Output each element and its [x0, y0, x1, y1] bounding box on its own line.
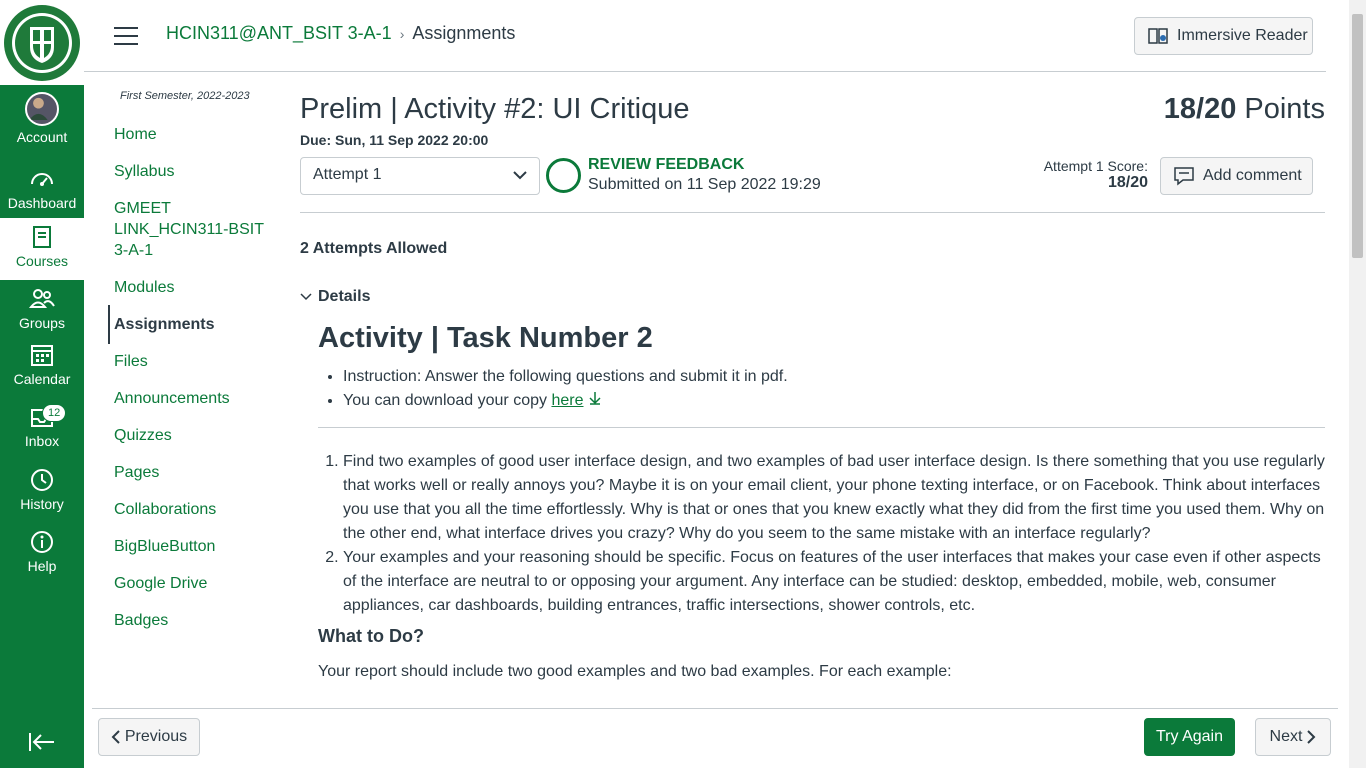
- calendar-icon: [31, 345, 53, 366]
- chevron-left-icon: [111, 730, 120, 744]
- nav-help[interactable]: Help: [0, 529, 84, 574]
- chevron-down-icon: [300, 293, 312, 301]
- nav-account-label: Account: [16, 129, 68, 145]
- courses-icon: [33, 226, 51, 248]
- content-heading: Activity | Task Number 2: [318, 322, 653, 354]
- previous-label: Previous: [124, 728, 188, 745]
- nav-dashboard[interactable]: Dashboard: [0, 166, 84, 211]
- nav-courses[interactable]: Courses: [0, 218, 84, 280]
- nav-inbox-label: Inbox: [24, 433, 60, 449]
- course-nav-modules[interactable]: Modules: [108, 277, 283, 298]
- nav-groups[interactable]: Groups: [0, 286, 84, 331]
- immersive-reader-label: Immersive Reader: [1177, 27, 1308, 44]
- list-item: Your examples and your reasoning should …: [343, 546, 1325, 618]
- nav-account[interactable]: Account: [0, 92, 84, 145]
- immersive-reader-button[interactable]: Immersive Reader: [1134, 17, 1313, 55]
- attempt-score: Attempt 1 Score: 18/20: [1044, 158, 1148, 192]
- course-nav-google-drive[interactable]: Google Drive: [108, 573, 283, 594]
- groups-icon: [29, 289, 55, 308]
- nav-history-label: History: [20, 496, 64, 512]
- module-footer: Previous Try Again Next: [92, 708, 1338, 768]
- collapse-nav-button[interactable]: [28, 730, 56, 754]
- details-toggle[interactable]: Details: [300, 288, 370, 306]
- download-icon: [589, 392, 601, 405]
- inbox-count-badge: 12: [42, 404, 67, 422]
- page-scrollbar[interactable]: [1349, 0, 1366, 768]
- breadcrumb-current-page: Assignments: [412, 23, 516, 43]
- menu-toggle-button[interactable]: [114, 27, 138, 45]
- list-item-text: You can download your copy: [343, 392, 552, 409]
- nav-calendar-label: Calendar: [13, 371, 71, 387]
- immersive-reader-icon: [1148, 28, 1168, 44]
- what-to-do-heading: What to Do?: [318, 626, 424, 646]
- course-nav-announcements[interactable]: Announcements: [108, 388, 283, 409]
- divider: [300, 212, 1325, 213]
- course-nav: First Semester, 2022-2023 Home Syllabus …: [108, 90, 283, 647]
- top-bar: HCIN311@ANT_BSIT 3-A-1 › Assignments Imm…: [84, 0, 1326, 72]
- points-value: 18/20: [1163, 93, 1237, 125]
- report-paragraph: Your report should include two good exam…: [318, 663, 952, 680]
- course-nav-bigbluebutton[interactable]: BigBlueButton: [108, 536, 283, 557]
- attempt-select-value: Attempt 1: [313, 166, 382, 183]
- assignment-points: 18/20 Points: [1164, 93, 1325, 126]
- nav-courses-label: Courses: [15, 253, 69, 269]
- course-nav-gmeet-link[interactable]: GMEET LINK_HCIN311-BSIT 3-A-1: [108, 198, 268, 261]
- assignment-title: Prelim | Activity #2: UI Critique: [300, 93, 690, 125]
- breadcrumb-course-link[interactable]: HCIN311@ANT_BSIT 3-A-1: [166, 23, 392, 44]
- next-button[interactable]: Next: [1255, 718, 1331, 756]
- scrollbar-thumb[interactable]: [1352, 14, 1363, 258]
- chevron-right-icon: ›: [399, 25, 405, 42]
- attempt-score-value: 18/20: [1107, 174, 1148, 191]
- nav-help-label: Help: [27, 558, 57, 574]
- course-nav-collaborations[interactable]: Collaborations: [108, 499, 283, 520]
- course-nav-pages[interactable]: Pages: [108, 462, 283, 483]
- divider: [318, 427, 1325, 428]
- history-icon: [31, 469, 53, 491]
- help-icon: [31, 531, 53, 553]
- course-nav-syllabus[interactable]: Syllabus: [108, 161, 283, 182]
- school-logo[interactable]: [0, 0, 84, 85]
- instruction-list: Instruction: Answer the following questi…: [343, 365, 1325, 413]
- add-comment-label: Add comment: [1203, 167, 1302, 184]
- attempts-allowed: 2 Attempts Allowed: [300, 240, 448, 257]
- due-date: Due: Sun, 11 Sep 2022 20:00: [300, 132, 489, 148]
- points-label: Points: [1244, 93, 1325, 125]
- term-label: First Semester, 2022-2023: [120, 90, 250, 102]
- nav-inbox[interactable]: 12 Inbox: [0, 404, 84, 449]
- course-nav-quizzes[interactable]: Quizzes: [108, 425, 283, 446]
- nav-history[interactable]: History: [0, 467, 84, 512]
- assignment-description: Activity | Task Number 2 Instruction: An…: [318, 322, 1325, 681]
- global-nav: Account Dashboard Courses Groups Calenda…: [0, 0, 84, 768]
- chevron-down-icon: [513, 171, 527, 180]
- list-item: Find two examples of good user interface…: [343, 450, 1325, 546]
- submitted-status: Submitted on 11 Sep 2022 19:29: [588, 176, 821, 193]
- nav-groups-label: Groups: [19, 315, 65, 331]
- course-nav-assignments[interactable]: Assignments: [108, 305, 283, 344]
- course-nav-home[interactable]: Home: [108, 124, 283, 145]
- dashboard-icon: [31, 173, 53, 186]
- next-label: Next: [1269, 728, 1303, 745]
- list-item: Instruction: Answer the following questi…: [343, 365, 1325, 389]
- previous-button[interactable]: Previous: [98, 718, 200, 756]
- question-list: Find two examples of good user interface…: [343, 450, 1325, 618]
- nav-calendar[interactable]: Calendar: [0, 342, 84, 387]
- school-seal-icon: [4, 4, 80, 81]
- add-comment-button[interactable]: Add comment: [1160, 157, 1313, 195]
- submission-status-ring: [546, 158, 581, 193]
- review-feedback-link[interactable]: REVIEW FEEDBACK: [588, 156, 744, 174]
- collapse-arrow-icon: [29, 733, 54, 751]
- course-nav-badges[interactable]: Badges: [108, 610, 283, 631]
- list-item: You can download your copy here: [343, 389, 1325, 413]
- download-link[interactable]: here: [551, 392, 583, 409]
- avatar: [25, 92, 59, 126]
- course-nav-files[interactable]: Files: [108, 351, 283, 372]
- comment-icon: [1174, 167, 1194, 186]
- try-again-button[interactable]: Try Again: [1144, 718, 1235, 756]
- attempt-score-label: Attempt 1 Score:: [1043, 158, 1148, 174]
- chevron-right-icon: [1307, 730, 1316, 744]
- attempt-select[interactable]: Attempt 1: [300, 157, 540, 195]
- details-label: Details: [318, 288, 371, 305]
- breadcrumb: HCIN311@ANT_BSIT 3-A-1 › Assignments: [166, 23, 515, 44]
- nav-dashboard-label: Dashboard: [7, 195, 77, 211]
